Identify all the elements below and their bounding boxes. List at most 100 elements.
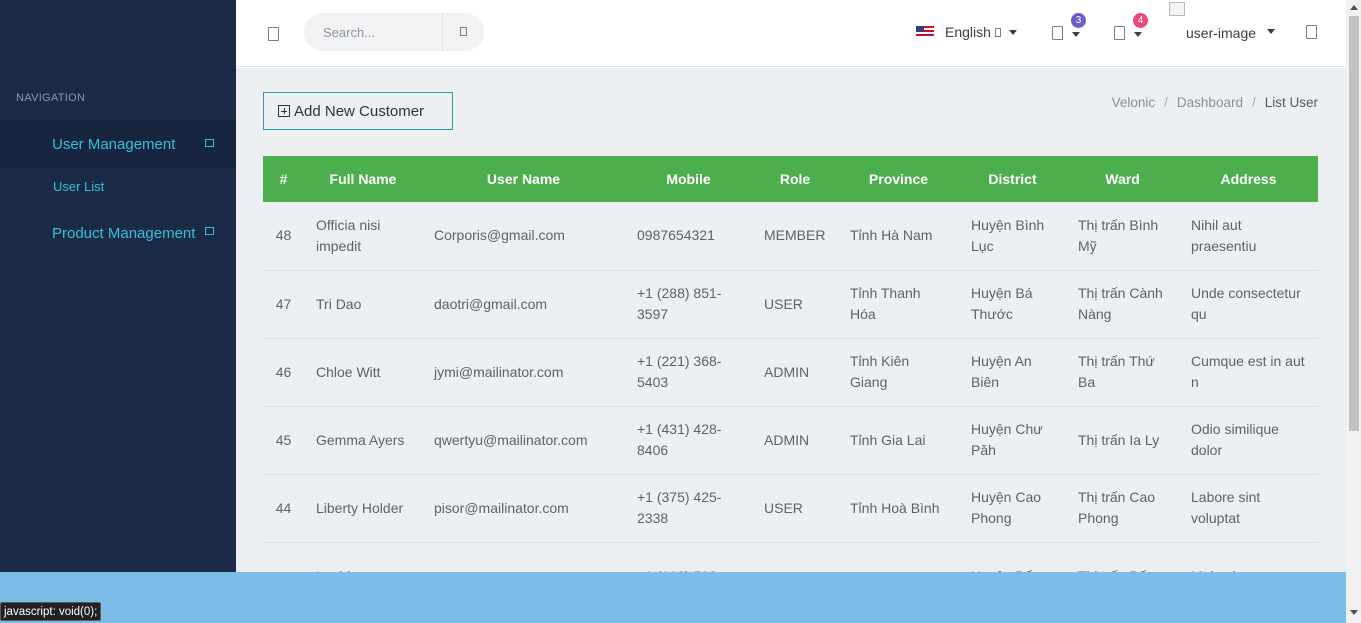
cell-full-name: Tri Dao [304, 270, 422, 339]
top-header: English 3 4 user-image [236, 0, 1346, 67]
column-header: Mobile [666, 171, 711, 187]
column-header: Province [868, 171, 929, 187]
search-divider [442, 13, 443, 51]
cell-user-name: qwertyu@mailinator.com [422, 406, 625, 475]
column-header: # [279, 171, 288, 187]
chevron-down-icon[interactable] [1072, 32, 1080, 37]
cell-full-name: Officia nisi impedit [304, 202, 422, 271]
breadcrumb-current: List User [1264, 95, 1318, 110]
cell-province: Tỉnh Gia Lai [838, 406, 959, 475]
cell-role: USER [752, 270, 838, 339]
scrollbar-thumb[interactable] [1349, 16, 1359, 431]
language-selector[interactable]: English [916, 24, 1017, 40]
cell-ward: Thị trấn Cành Nàng [1066, 270, 1179, 339]
breadcrumb-item[interactable]: Velonic [1112, 95, 1156, 110]
cell-district: Huyện An Biên [959, 338, 1066, 407]
sidebar-subitem-user-list[interactable]: User List [53, 179, 104, 194]
bell-icon[interactable] [1114, 26, 1125, 40]
breadcrumb: Velonic / Dashboard / List User [1112, 95, 1318, 110]
cell-role: USER [752, 474, 838, 543]
column-header: Ward [1105, 171, 1140, 187]
cell-full-name: Liberty Holder [304, 474, 422, 543]
cell-province: Tỉnh Hà Nam [838, 202, 959, 271]
column-header: User Name [486, 171, 561, 187]
chevron-down-icon[interactable] [1134, 32, 1142, 37]
cell-address: Odio similique dolor [1179, 406, 1318, 475]
column-header: Role [779, 171, 811, 187]
cell-id: 47 [263, 270, 304, 339]
table-row[interactable]: 48 Officia nisi impedit Corporis@gmail.c… [263, 202, 1318, 271]
search-box [304, 13, 484, 51]
breadcrumb-item[interactable]: Dashboard [1177, 95, 1243, 110]
chevron-down-icon [1008, 29, 1017, 35]
email-icon[interactable] [1052, 26, 1063, 40]
messages-badge: 3 [1071, 13, 1086, 28]
globe-icon [994, 27, 1001, 37]
cell-province: Tỉnh Thanh Hóa [838, 270, 959, 339]
add-customer-label: Add New Customer [294, 102, 425, 120]
cell-address: Nihil aut praesentiu [1179, 202, 1318, 271]
expand-icon [205, 227, 214, 235]
cell-address: Cumque est in aut n [1179, 338, 1318, 407]
cell-province: Tỉnh Hoà Bình [838, 474, 959, 543]
cell-district: Huyện Bá Thước [959, 270, 1066, 339]
language-label: English [945, 24, 991, 40]
cell-mobile: +1 (431) 428-8406 [625, 406, 752, 475]
table-row[interactable]: 44 Liberty Holder pisor@mailinator.com +… [263, 474, 1318, 543]
sidebar: NAVIGATION User Management User List Pro… [0, 0, 236, 623]
scroll-up-arrow-icon[interactable] [1350, 5, 1358, 10]
user-image-alt-text[interactable]: user-image [1186, 25, 1256, 41]
cell-mobile: 0987654321 [625, 202, 752, 271]
chevron-down-icon[interactable] [1267, 29, 1275, 34]
us-flag-icon [916, 26, 934, 38]
column-header: Address [1220, 171, 1277, 187]
search-icon[interactable] [460, 27, 467, 36]
table-row[interactable]: 47 Tri Dao daotri@gmail.com +1 (288) 851… [263, 270, 1318, 339]
cell-role: ADMIN [752, 338, 838, 407]
cell-ward: Thị trấn Ia Ly [1066, 406, 1179, 475]
cell-district: Huyện Bình Lục [959, 202, 1066, 271]
cell-role: ADMIN [752, 406, 838, 475]
breadcrumb-separator: / [1251, 95, 1256, 110]
status-bar-link-preview: javascript: void(0); [0, 602, 102, 621]
table-header-row: # Full Name User Name Mobile Role Provin… [263, 156, 1318, 202]
menu-toggle-icon[interactable] [268, 27, 279, 41]
sidebar-item-label: User Management [52, 135, 176, 153]
cell-mobile: +1 (375) 425-2338 [625, 474, 752, 543]
settings-icon[interactable] [1306, 25, 1317, 39]
cell-user-name: Corporis@gmail.com [422, 202, 625, 271]
cell-user-name: daotri@gmail.com [422, 270, 625, 339]
cell-ward: Thị trấn Cao Phong [1066, 474, 1179, 543]
cell-mobile: +1 (288) 851-3597 [625, 270, 752, 339]
expand-icon [205, 139, 214, 147]
add-customer-button[interactable]: Add New Customer [263, 92, 453, 130]
cell-ward: Thị trấn Bình Mỹ [1066, 202, 1179, 271]
sidebar-item-product-management[interactable]: Product Management [0, 210, 236, 256]
cell-user-name: pisor@mailinator.com [422, 474, 625, 543]
sidebar-item-label: Product Management [52, 224, 196, 242]
cell-address: Labore sint voluptat [1179, 474, 1318, 543]
notifications-badge: 4 [1133, 13, 1148, 28]
avatar[interactable] [1169, 2, 1185, 16]
cell-mobile: +1 (221) 368-5403 [625, 338, 752, 407]
column-header: District [988, 171, 1037, 187]
column-header: Full Name [329, 171, 397, 187]
scroll-down-arrow-icon[interactable] [1350, 610, 1358, 615]
search-input[interactable] [304, 13, 442, 51]
table-row[interactable]: 45 Gemma Ayers qwertyu@mailinator.com +1… [263, 406, 1318, 475]
cell-id: 46 [263, 338, 304, 407]
cell-ward: Thị trấn Thứ Ba [1066, 338, 1179, 407]
cell-id: 44 [263, 474, 304, 543]
page-scrollbar[interactable] [1346, 0, 1361, 623]
user-table: # Full Name User Name Mobile Role Provin… [263, 156, 1318, 611]
cell-full-name: Chloe Witt [304, 338, 422, 407]
sidebar-item-user-management[interactable]: User Management [0, 120, 236, 168]
cell-role: MEMBER [752, 202, 838, 271]
cell-province: Tỉnh Kiên Giang [838, 338, 959, 407]
cell-district: Huyện Cao Phong [959, 474, 1066, 543]
bottom-overlay-bar [0, 572, 1346, 623]
table-row[interactable]: 46 Chloe Witt jymi@mailinator.com +1 (22… [263, 338, 1318, 407]
nav-section-title: NAVIGATION [16, 92, 86, 104]
cell-full-name: Gemma Ayers [304, 406, 422, 475]
cell-id: 48 [263, 202, 304, 271]
